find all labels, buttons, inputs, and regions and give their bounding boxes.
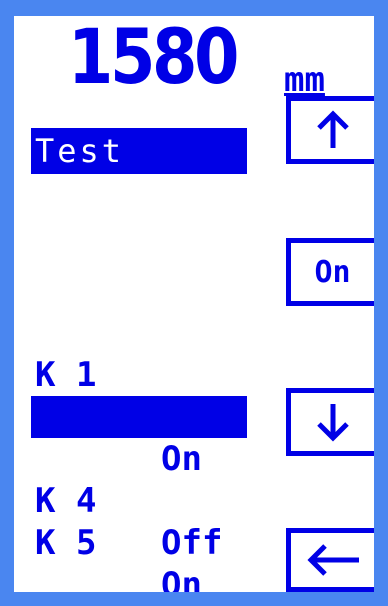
- channel-row-2[interactable]: K 2 On: [31, 354, 247, 479]
- on-button-label: On: [314, 254, 351, 290]
- display-screen: 1580 mm Test On K 1 On K 2 On K: [14, 16, 374, 592]
- channel-list: K 1 On K 2 On K 3 Off K 4 Off K 5 On: [31, 312, 247, 592]
- channel-row-1[interactable]: K 1 On: [31, 312, 247, 437]
- channel-row-3[interactable]: K 3 Off: [31, 396, 247, 521]
- channel-state: On: [161, 565, 202, 592]
- arrow-up-icon: [316, 110, 349, 148]
- measurement-value: 1580: [67, 16, 240, 101]
- channel-row-4[interactable]: K 4 Off: [31, 438, 247, 563]
- up-button[interactable]: [286, 96, 374, 164]
- on-button[interactable]: On: [286, 238, 374, 306]
- down-button[interactable]: [286, 388, 374, 456]
- back-button[interactable]: [286, 528, 374, 592]
- channel-name: K 5: [35, 523, 97, 563]
- channel-row-5[interactable]: K 5 On: [31, 480, 247, 592]
- program-name-field[interactable]: Test: [31, 128, 247, 174]
- arrow-left-icon: [306, 544, 359, 576]
- channel-state: Off: [161, 523, 223, 563]
- unit-label: mm: [284, 60, 325, 100]
- arrow-down-icon: [316, 404, 349, 442]
